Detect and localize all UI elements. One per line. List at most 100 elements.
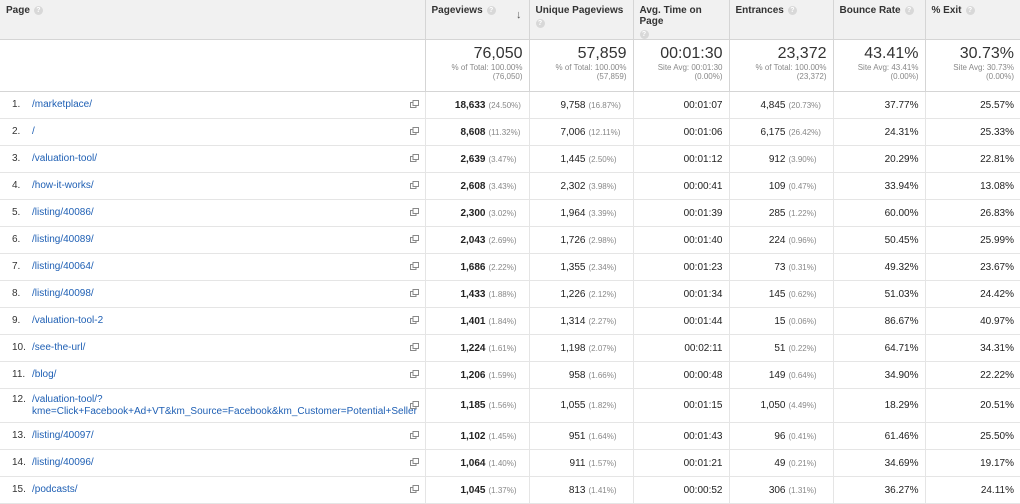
entrances-value: 6,175 <box>760 126 786 138</box>
total-note: Site Avg: 30.73% <box>953 63 1014 72</box>
avg-time-value: 00:01:21 <box>683 457 723 469</box>
unique-pageviews-value: 813 <box>568 484 586 496</box>
bounce-rate-cell: 18.29% <box>832 388 925 423</box>
table-row: 10./see-the-url/1,224 (1.61%) 1,198 (2.07%)… <box>0 334 1020 362</box>
open-page-icon[interactable] <box>409 154 419 162</box>
column-header-unique-pageviews[interactable]: Unique Pageviews? <box>528 0 633 40</box>
exit-cell: 25.33% <box>924 118 1020 146</box>
bounce-rate-cell: 61.46% <box>832 422 925 450</box>
avg-time-cell: 00:02:11 <box>632 334 729 362</box>
unique-pageviews-cell: 2,302 (3.98%) <box>528 172 633 200</box>
unique-pageviews-cell: 1,055 (1.82%) <box>528 388 633 423</box>
page-cell: 15. /podcasts/ <box>0 476 425 504</box>
page-link[interactable]: /see-the-url/ <box>32 342 407 354</box>
page-link[interactable]: /listing/40089/ <box>32 234 407 246</box>
page-link[interactable]: /blog/ <box>32 369 407 381</box>
pageviews-value: 2,300 <box>460 207 486 219</box>
sort-descending-icon[interactable]: ↓ <box>516 9 522 21</box>
exit-cell: 34.31% <box>924 334 1020 362</box>
avg-time-cell: 00:01:07 <box>632 91 729 119</box>
column-header-bounce-rate[interactable]: Bounce Rate? <box>832 0 925 40</box>
column-header-label: Bounce Rate <box>839 5 901 16</box>
page-link[interactable]: /valuation-tool/?kme=Click+Facebook+Ad+V… <box>32 394 417 418</box>
column-header-entrances[interactable]: Entrances? <box>728 0 833 40</box>
entrances-value: 4,845 <box>760 99 786 111</box>
page-link[interactable]: /listing/40096/ <box>32 457 407 469</box>
open-page-icon[interactable] <box>409 235 419 243</box>
entrances-value: 149 <box>768 369 786 381</box>
page-link[interactable]: / <box>32 126 407 138</box>
help-icon[interactable]: ? <box>965 5 975 15</box>
entrances-cell: 306 (1.31%) <box>728 476 833 504</box>
help-icon[interactable]: ? <box>535 19 545 28</box>
bounce-rate-value: 33.94% <box>884 180 919 192</box>
page-link[interactable]: /valuation-tool/ <box>32 153 407 165</box>
pageviews-value: 8,608 <box>460 126 486 138</box>
page-link[interactable]: /how-it-works/ <box>32 180 407 192</box>
row-index: 2. <box>12 126 21 137</box>
page-link[interactable]: /listing/40064/ <box>32 261 407 273</box>
entrances-cell: 4,845 (20.73%) <box>728 91 833 119</box>
help-icon[interactable]: ? <box>639 30 649 39</box>
entrances-cell: 1,050 (4.49%) <box>728 388 833 423</box>
totals-avg-time: 00:01:30 Site Avg: 00:01:30 (0.00%) <box>632 39 729 92</box>
bounce-rate-value: 34.69% <box>884 457 919 469</box>
row-index: 10. <box>12 342 26 353</box>
avg-time-value: 00:00:52 <box>683 484 723 496</box>
open-page-icon[interactable] <box>409 370 419 378</box>
open-page-icon[interactable] <box>409 458 419 466</box>
column-header-avg-time[interactable]: Avg. Time on Page? <box>632 0 729 40</box>
column-header-page[interactable]: Page? <box>0 0 425 40</box>
page-cell: 10. /see-the-url/ <box>0 334 425 362</box>
table-row: 14./listing/40096/1,064 (1.40%) 911 (1.57%)… <box>0 449 1020 477</box>
page-link[interactable]: /listing/40086/ <box>32 207 407 219</box>
unique-pageviews-value: 7,006 <box>560 126 586 138</box>
column-header-pageviews[interactable]: Pageviews? ↓ <box>424 0 529 40</box>
unique-pageviews-value: 1,726 <box>560 234 586 246</box>
bounce-rate-cell: 51.03% <box>832 280 925 308</box>
total-note: (76,050) <box>492 72 523 81</box>
avg-time-value: 00:01:07 <box>683 99 723 111</box>
page-link[interactable]: /valuation-tool-2 <box>32 315 407 327</box>
pageviews-percent: (1.45%) <box>488 431 517 441</box>
page-link[interactable]: /listing/40098/ <box>32 288 407 300</box>
page-link[interactable]: /marketplace/ <box>32 99 407 111</box>
open-page-icon[interactable] <box>409 316 419 324</box>
entrances-percent: (0.21%) <box>788 458 817 468</box>
totals-exit: 30.73% Site Avg: 30.73% (0.00%) <box>924 39 1020 92</box>
open-page-icon[interactable] <box>409 208 419 216</box>
open-page-icon[interactable] <box>409 181 419 189</box>
help-icon[interactable]: ? <box>486 5 496 15</box>
open-page-icon[interactable] <box>409 343 419 351</box>
open-page-icon[interactable] <box>409 262 419 270</box>
entrances-value: 145 <box>768 288 786 300</box>
total-note: (0.00%) <box>890 72 919 81</box>
open-page-icon[interactable] <box>409 289 419 297</box>
table-row: 13./listing/40097/1,102 (1.45%) 951 (1.64%)… <box>0 422 1020 450</box>
page-link[interactable]: /podcasts/ <box>32 484 407 496</box>
open-page-icon[interactable] <box>409 400 419 409</box>
help-icon[interactable]: ? <box>904 5 914 15</box>
entrances-value: 109 <box>768 180 786 192</box>
exit-cell: 13.08% <box>924 172 1020 200</box>
open-page-icon[interactable] <box>409 127 419 135</box>
page-link[interactable]: /listing/40097/ <box>32 430 407 442</box>
open-page-icon[interactable] <box>409 485 419 493</box>
unique-pageviews-cell: 951 (1.64%) <box>528 422 633 450</box>
pageviews-value: 2,639 <box>460 153 486 165</box>
total-value: 00:01:30 <box>660 45 723 62</box>
exit-cell: 24.11% <box>924 476 1020 504</box>
unique-pageviews-value: 911 <box>569 457 586 469</box>
unique-pageviews-percent: (2.50%) <box>588 154 617 164</box>
open-page-icon[interactable] <box>409 431 419 439</box>
help-icon[interactable]: ? <box>787 5 797 15</box>
help-icon[interactable]: ? <box>33 5 43 15</box>
entrances-cell: 15 (0.06%) <box>728 307 833 335</box>
avg-time-cell: 00:01:23 <box>632 253 729 281</box>
avg-time-cell: 00:01:15 <box>632 388 729 423</box>
column-header-exit[interactable]: % Exit? <box>924 0 1020 40</box>
open-page-icon[interactable] <box>409 100 419 108</box>
entrances-cell: 145 (0.62%) <box>728 280 833 308</box>
unique-pageviews-value: 1,055 <box>560 400 586 411</box>
table-row: 4./how-it-works/2,608 (3.43%) 2,302 (3.98%)… <box>0 172 1020 200</box>
